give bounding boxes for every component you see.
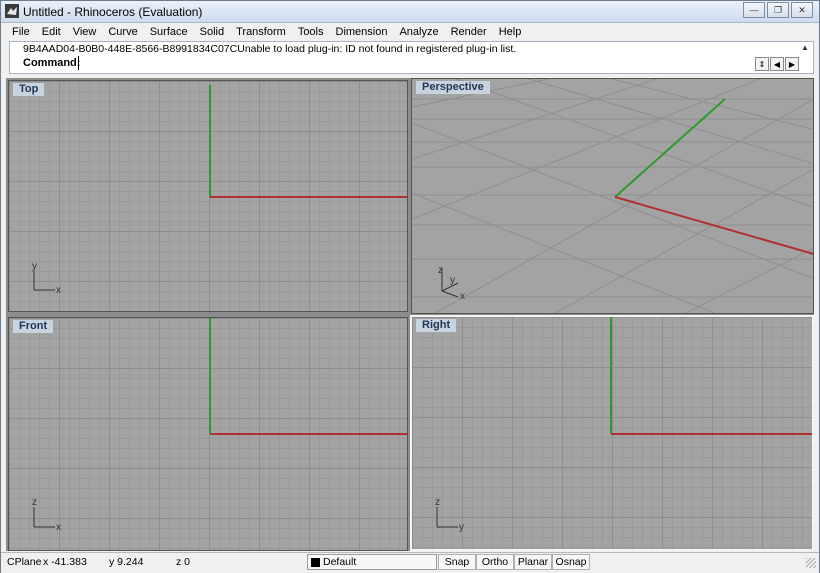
y-axis-line	[614, 98, 726, 198]
axis-icon-x	[441, 290, 459, 298]
spin-icon: ⇕	[758, 59, 766, 69]
axis-label-v: z	[32, 497, 37, 508]
arrow-left-icon: ◀	[773, 59, 781, 69]
layer-selector[interactable]: Default	[307, 554, 437, 570]
front-view-axes: x z	[32, 318, 407, 533]
axis-label-h: x	[56, 285, 61, 296]
menu-bar: File Edit View Curve Surface Solid Trans…	[1, 23, 819, 41]
axis-label-h: x	[56, 522, 61, 533]
menu-help[interactable]: Help	[493, 23, 528, 41]
command-prompt: Command:	[23, 57, 81, 69]
coord-y: y 9.244	[109, 556, 144, 568]
viewport-label-perspective[interactable]: Perspective	[416, 81, 490, 94]
menu-render[interactable]: Render	[445, 23, 493, 41]
cplane-label: CPlane	[7, 556, 42, 568]
command-next-button[interactable]: ▶	[785, 57, 799, 71]
window-controls: — ❐ ✕	[741, 2, 813, 18]
snap-toggle[interactable]: Snap	[438, 554, 476, 570]
rhino-app-icon	[5, 4, 19, 18]
viewport-label-top[interactable]: Top	[13, 83, 45, 96]
menu-edit[interactable]: Edit	[36, 23, 67, 41]
arrow-right-icon: ▶	[788, 59, 796, 69]
command-prev-button[interactable]: ◀	[770, 57, 784, 71]
coord-x: x -41.383	[43, 556, 87, 568]
axis-label-x: x	[460, 291, 465, 302]
command-area: 9B4AAD04-B0B0-448E-8566-B8991834C07CUnab…	[9, 41, 814, 74]
right-view-axes: y z	[435, 317, 812, 533]
status-bar: CPlane x -41.383 y 9.244 z 0 Default Sna…	[1, 552, 819, 573]
command-spin-button[interactable]: ⇕	[755, 57, 769, 71]
top-view-axes: x y	[32, 85, 407, 296]
viewport-right[interactable]: y z Right	[410, 315, 814, 551]
x-axis-line	[614, 196, 813, 255]
command-history: 9B4AAD04-B0B0-448E-8566-B8991834C07CUnab…	[23, 43, 517, 55]
restore-icon: ❐	[773, 4, 783, 15]
planar-toggle[interactable]: Planar	[514, 554, 552, 570]
ortho-toggle[interactable]: Ortho	[476, 554, 514, 570]
viewport-label-front[interactable]: Front	[13, 320, 54, 333]
menu-dimension[interactable]: Dimension	[330, 23, 394, 41]
scroll-up-icon: ▲	[801, 43, 809, 52]
axis-label-v: y	[32, 261, 37, 272]
rhino-window: Untitled - Rhinoceros (Evaluation) — ❐ ✕…	[0, 0, 820, 573]
menu-file[interactable]: File	[1, 23, 36, 41]
command-buttons: ⇕ ◀ ▶	[754, 57, 799, 71]
menu-tools[interactable]: Tools	[292, 23, 330, 41]
layer-color-swatch	[311, 558, 320, 567]
resize-grip[interactable]	[806, 558, 816, 568]
axis-label-z: z	[438, 265, 443, 276]
maximize-button[interactable]: ❐	[767, 2, 789, 18]
menu-analyze[interactable]: Analyze	[393, 23, 444, 41]
viewport-perspective[interactable]: z y x Perspective	[411, 78, 814, 314]
history-scroll-arrows[interactable]: ▲	[799, 43, 811, 57]
menu-view[interactable]: View	[67, 23, 103, 41]
menu-curve[interactable]: Curve	[102, 23, 143, 41]
title-bar[interactable]: Untitled - Rhinoceros (Evaluation) — ❐ ✕	[1, 1, 819, 23]
window-title: Untitled - Rhinoceros (Evaluation)	[23, 5, 203, 19]
viewport-label-right[interactable]: Right	[416, 319, 457, 332]
menu-solid[interactable]: Solid	[194, 23, 230, 41]
axis-label-h: y	[459, 522, 464, 533]
viewport-top[interactable]: x y Top	[8, 80, 408, 312]
viewport-front[interactable]: x z Front	[8, 317, 408, 551]
viewport-area: x y Top z y x Perspective x z Front y z …	[6, 78, 814, 551]
coord-z: z 0	[176, 556, 191, 568]
menu-transform[interactable]: Transform	[230, 23, 292, 41]
layer-name: Default	[323, 556, 357, 568]
minimize-button[interactable]: —	[743, 2, 765, 18]
command-input[interactable]	[78, 56, 743, 70]
perspective-view-grid: z y x	[412, 79, 813, 313]
minimize-icon: —	[749, 5, 759, 15]
axis-label-y: y	[450, 275, 455, 286]
axis-label-v: z	[435, 497, 440, 508]
close-icon: ✕	[798, 4, 806, 15]
close-button[interactable]: ✕	[791, 2, 813, 18]
menu-surface[interactable]: Surface	[144, 23, 194, 41]
osnap-toggle[interactable]: Osnap	[552, 554, 590, 570]
